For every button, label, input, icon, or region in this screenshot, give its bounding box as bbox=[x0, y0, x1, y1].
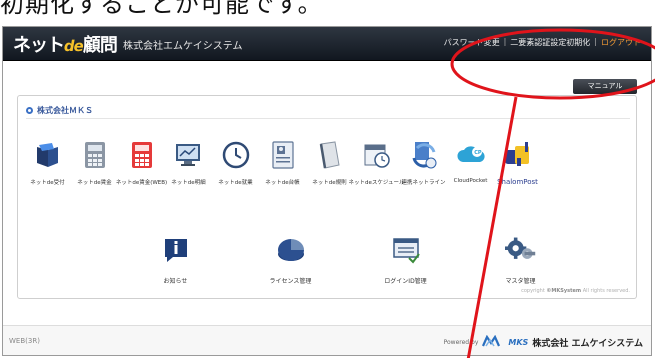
document-icon bbox=[315, 140, 345, 170]
app-tile-cloudpocket[interactable]: CP CloudPocket bbox=[447, 140, 494, 186]
clock-icon bbox=[221, 140, 251, 170]
app-label: ネットde明細 bbox=[171, 180, 206, 186]
app-tile-chingin[interactable]: ネットde賃金 bbox=[71, 140, 118, 186]
app-label: ネットde台帳 bbox=[265, 180, 300, 186]
admin-row: お知らせ ライセンス管理 ログインID管理 マスタ管理 bbox=[118, 234, 578, 285]
login-id-icon bbox=[390, 234, 422, 266]
app-window: ネットde顧問 株式会社エムケイシステム パスワード変更 | 二要素認証設定初期… bbox=[2, 26, 652, 356]
id-card-icon bbox=[268, 140, 298, 170]
app-label: ネットde受付 bbox=[30, 180, 65, 186]
app-label: ShalomPost bbox=[497, 178, 538, 186]
app-tile-kisoku[interactable]: ネットde規則 bbox=[306, 140, 353, 186]
screen: { "caption": "初期化することが可能です。", "header": … bbox=[0, 0, 655, 358]
corp-name: 株式会社 エムケイシステム bbox=[532, 338, 643, 349]
header-links: パスワード変更 | 二要素認証設定初期化 | ログアウト bbox=[444, 37, 641, 48]
sync-icon bbox=[409, 140, 439, 170]
app-label: 連携ネットライン bbox=[401, 180, 446, 186]
menu-panel: 株式会社ＭＫＳ ネットde受付 ネットde賃金 ネットde賃金(WEB) ネット… bbox=[17, 95, 637, 299]
copyright: copyright ©MKSystem All rights reserved. bbox=[521, 288, 630, 294]
svg-text:CP: CP bbox=[474, 150, 482, 156]
app-tile-schedule[interactable]: ネットdeスケジュール bbox=[349, 140, 405, 186]
admin-tile-notice[interactable]: お知らせ bbox=[118, 234, 233, 285]
info-icon bbox=[160, 234, 192, 266]
powered-by: Powered by MKS 株式会社 エムケイシステム bbox=[443, 334, 643, 349]
app-tile-uketsuke[interactable]: ネットde受付 bbox=[24, 140, 71, 186]
powered-by-text: Powered by bbox=[443, 338, 479, 346]
separator: | bbox=[503, 37, 507, 46]
version-label: WEB(3R) bbox=[9, 337, 40, 345]
panel-title: 株式会社ＭＫＳ bbox=[26, 105, 93, 116]
gears-icon bbox=[504, 234, 537, 266]
two-factor-reset-link[interactable]: 二要素認証設定初期化 bbox=[510, 37, 590, 48]
app-label: ネットde賃金(WEB) bbox=[115, 180, 168, 186]
company-name: 株式会社エムケイシステム bbox=[123, 41, 243, 52]
admin-label: マスタ管理 bbox=[505, 278, 536, 285]
logo-tail: 顧問 bbox=[82, 35, 118, 56]
red-calculator-icon bbox=[127, 140, 157, 170]
calendar-clock-icon bbox=[362, 140, 392, 170]
app-tile-renkei[interactable]: 連携ネットライン bbox=[400, 140, 447, 186]
admin-tile-login-id[interactable]: ログインID管理 bbox=[348, 234, 463, 285]
manual-button[interactable]: マニュアル bbox=[573, 79, 637, 94]
folder-arrow-icon bbox=[33, 140, 63, 170]
app-tile-shugyo[interactable]: ネットde就業 bbox=[212, 140, 259, 186]
app-label: ネットde規則 bbox=[312, 180, 347, 186]
footer: WEB(3R) Powered by MKS 株式会社 エムケイシステム bbox=[3, 325, 651, 355]
divider bbox=[26, 118, 630, 119]
caption-text: 初期化することが可能です。 bbox=[0, 0, 323, 18]
copyright-suffix: All rights reserved. bbox=[582, 288, 630, 294]
admin-label: ログインID管理 bbox=[384, 278, 427, 285]
separator: | bbox=[594, 37, 597, 46]
admin-tile-license[interactable]: ライセンス管理 bbox=[233, 234, 348, 285]
app-label: ネットdeスケジュール bbox=[348, 180, 405, 186]
brand-mark: MKS bbox=[508, 337, 529, 347]
app-row: ネットde受付 ネットde賃金 ネットde賃金(WEB) ネットde明細 ネット… bbox=[24, 140, 636, 186]
app-logo[interactable]: ネットde顧問 bbox=[13, 31, 118, 57]
app-label: CloudPocket bbox=[453, 178, 488, 184]
copyright-brand: ©MKSystem bbox=[546, 288, 582, 294]
monitor-chart-icon bbox=[174, 140, 204, 170]
app-tile-daicho[interactable]: ネットde台帳 bbox=[259, 140, 306, 186]
panel-title-text: 株式会社ＭＫＳ bbox=[37, 106, 93, 115]
bullet-icon bbox=[26, 107, 33, 114]
logout-link[interactable]: ログアウト bbox=[601, 37, 641, 48]
admin-label: ライセンス管理 bbox=[269, 278, 312, 285]
admin-tile-master[interactable]: マスタ管理 bbox=[463, 234, 578, 285]
admin-label: お知らせ bbox=[163, 278, 188, 285]
pie-license-icon bbox=[275, 234, 307, 266]
logo-main: ネット bbox=[13, 35, 65, 56]
copyright-prefix: copyright bbox=[521, 288, 545, 294]
app-label: ネットde就業 bbox=[218, 180, 253, 186]
cloud-icon: CP bbox=[456, 140, 486, 170]
password-change-link[interactable]: パスワード変更 bbox=[444, 37, 500, 48]
app-tile-shalompost[interactable]: ShalomPost bbox=[494, 140, 541, 186]
calculator-icon bbox=[80, 140, 110, 170]
app-tile-meisai[interactable]: ネットde明細 bbox=[165, 140, 212, 186]
app-tile-chingin-web[interactable]: ネットde賃金(WEB) bbox=[115, 140, 168, 186]
mks-logo-icon bbox=[482, 334, 504, 349]
top-header: ネットde顧問 株式会社エムケイシステム パスワード変更 | 二要素認証設定初期… bbox=[3, 27, 651, 61]
app-label: ネットde賃金 bbox=[77, 180, 112, 186]
logo-de: de bbox=[62, 37, 85, 55]
mailbox-icon bbox=[503, 140, 533, 170]
